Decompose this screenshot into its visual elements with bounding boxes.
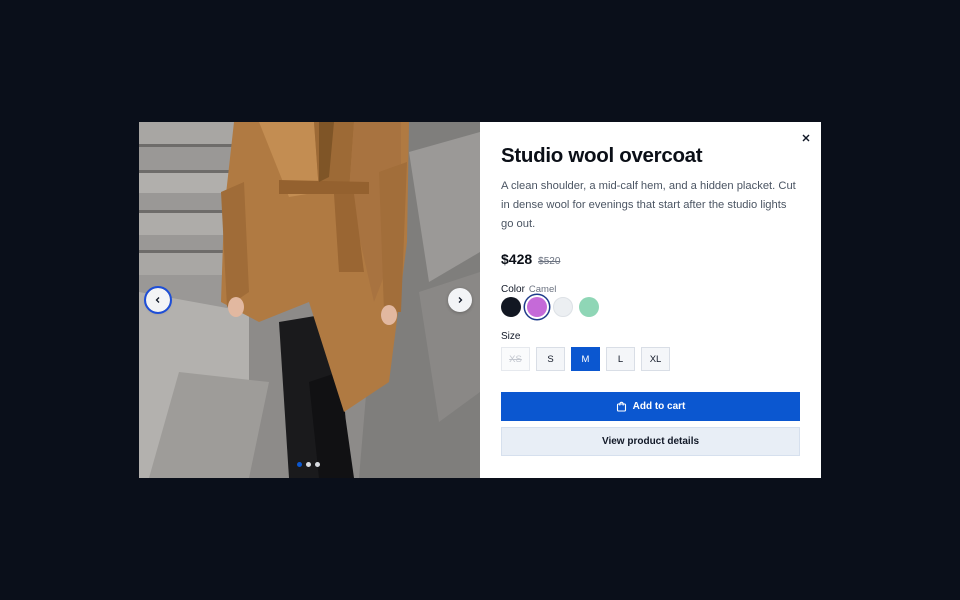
color-swatches bbox=[501, 297, 801, 318]
size-options: XS S M L XL bbox=[501, 347, 801, 372]
close-icon bbox=[802, 134, 810, 142]
close-button[interactable] bbox=[798, 130, 814, 146]
size-option-xs[interactable]: XS bbox=[501, 347, 530, 372]
color-swatch-4[interactable] bbox=[579, 297, 599, 318]
add-to-cart-button[interactable]: Add to cart bbox=[501, 392, 800, 422]
size-option-m[interactable]: M bbox=[571, 347, 600, 372]
current-price: $428 bbox=[501, 251, 533, 268]
size-option-s[interactable]: S bbox=[536, 347, 565, 372]
gallery-pagination bbox=[297, 462, 320, 467]
gallery-dot-1[interactable] bbox=[297, 462, 302, 467]
size-option-l[interactable]: L bbox=[606, 347, 635, 372]
size-option-xl[interactable]: XL bbox=[641, 347, 670, 372]
product-details-panel: Studio wool overcoat A clean shoulder, a… bbox=[480, 122, 821, 478]
gallery-dot-3[interactable] bbox=[315, 462, 320, 467]
color-label: Color bbox=[501, 284, 525, 296]
size-label: Size bbox=[501, 331, 521, 343]
color-swatch-2[interactable] bbox=[527, 297, 547, 318]
product-photo bbox=[139, 122, 480, 478]
add-to-cart-label: Add to cart bbox=[632, 401, 686, 413]
color-swatch-1[interactable] bbox=[501, 297, 521, 318]
selected-color-name: Camel bbox=[528, 284, 557, 296]
price-row: $428 $520 bbox=[501, 251, 801, 267]
shopping-bag-icon bbox=[616, 402, 626, 412]
chevron-left-icon bbox=[155, 297, 160, 303]
original-price: $520 bbox=[538, 256, 561, 268]
view-product-details-button[interactable]: View product details bbox=[501, 427, 800, 457]
product-image-gallery bbox=[139, 122, 480, 478]
color-swatch-3[interactable] bbox=[553, 297, 573, 318]
product-description: A clean shoulder, a mid-calf hem, and a … bbox=[501, 180, 796, 230]
gallery-dot-2[interactable] bbox=[306, 462, 311, 467]
color-label-row: Color Camel bbox=[501, 284, 801, 295]
product-title: Studio wool overcoat bbox=[501, 144, 703, 167]
chevron-right-icon bbox=[458, 297, 463, 303]
previous-image-button[interactable] bbox=[144, 286, 172, 314]
next-image-button[interactable] bbox=[448, 288, 472, 312]
quick-view-modal: Studio wool overcoat A clean shoulder, a… bbox=[139, 122, 821, 478]
